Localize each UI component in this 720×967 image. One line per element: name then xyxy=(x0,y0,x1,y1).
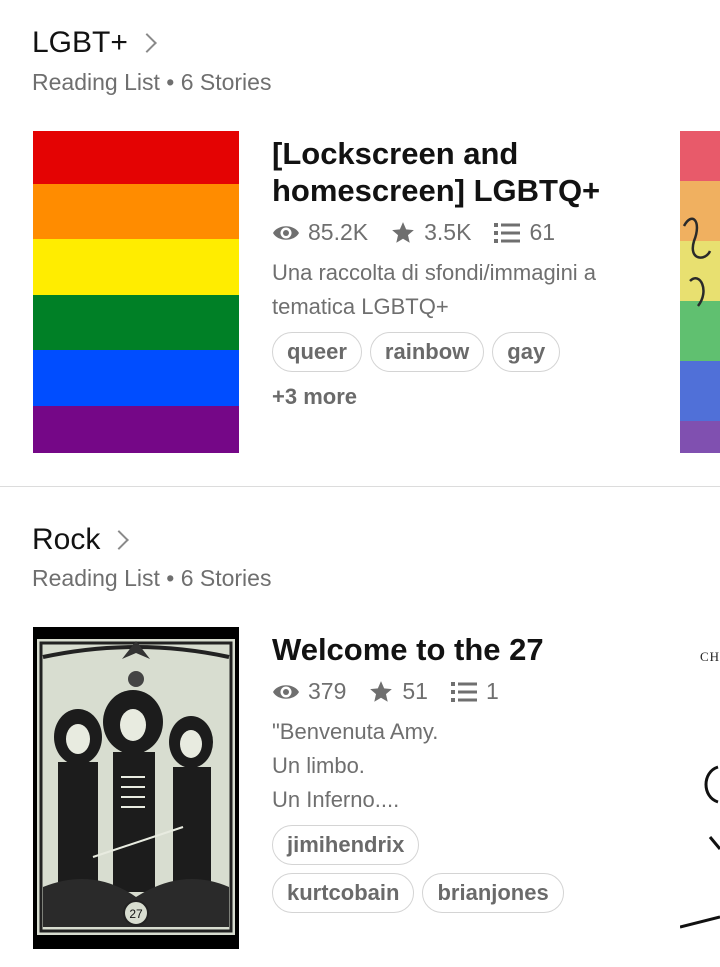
story-title[interactable]: Welcome to the 27 xyxy=(272,631,662,668)
parts-stat: 1 xyxy=(450,678,499,705)
chevron-right-icon xyxy=(109,530,130,550)
reading-list-title[interactable]: Rock xyxy=(32,523,130,557)
votes-count: 51 xyxy=(402,678,428,704)
tag-chip[interactable]: brianjones xyxy=(422,873,564,913)
more-tags-link[interactable]: +3 more xyxy=(272,384,662,410)
views-stat: 379 xyxy=(272,678,346,705)
tag-chip[interactable]: gay xyxy=(492,332,561,372)
story-description: Una raccolta di sfondi/immagini a temati… xyxy=(272,260,597,319)
next-cover-text: CH xyxy=(700,649,720,664)
story-stats: 379 51 1 xyxy=(272,678,662,705)
tag-list: jimihendrix xyxy=(272,825,632,865)
votes-count: 3.5K xyxy=(424,219,472,245)
views-count: 85.2K xyxy=(308,219,369,245)
reading-list-lgbt: LGBT+ Reading List • 6 Stories [Lockscre… xyxy=(0,0,720,486)
parts-stat: 61 xyxy=(493,219,555,246)
views-stat: 85.2K xyxy=(272,219,368,246)
reading-list-title-label: LGBT+ xyxy=(32,26,128,59)
list-icon xyxy=(450,681,477,702)
reading-list-rock: Rock Reading List • 6 Stories 27 Welcome… xyxy=(0,487,720,967)
next-story-cover-peek[interactable] xyxy=(680,131,720,453)
story-cover[interactable] xyxy=(33,131,239,453)
list-icon xyxy=(494,222,521,243)
story-info: Welcome to the 27 379 51 1 "Benvenuta Am… xyxy=(272,631,662,913)
star-icon xyxy=(370,680,393,702)
next-story-cover-peek[interactable]: CH xyxy=(680,627,720,949)
reading-list-subtitle: Reading List • 6 Stories xyxy=(32,565,272,591)
tag-chip[interactable]: rainbow xyxy=(369,332,485,372)
story-info: [Lockscreen and homescreen] LGBTQ+ 85.2K… xyxy=(272,135,662,410)
story-title[interactable]: [Lockscreen and homescreen] LGBTQ+ xyxy=(272,135,662,209)
views-count: 379 xyxy=(308,678,347,704)
tag-list: kurtcobain brianjones xyxy=(272,873,632,913)
chevron-right-icon xyxy=(136,33,157,53)
reading-list-title[interactable]: LGBT+ xyxy=(32,26,157,60)
star-icon xyxy=(392,221,414,243)
votes-stat: 51 xyxy=(368,678,428,705)
eye-icon xyxy=(273,684,299,699)
story-description: "Benvenuta Amy. Un limbo. Un Inferno.... xyxy=(272,715,662,817)
votes-stat: 3.5K xyxy=(390,219,471,246)
reading-list-title-label: Rock xyxy=(32,523,101,556)
tag-chip[interactable]: queer xyxy=(272,332,362,372)
reading-list-subtitle: Reading List • 6 Stories xyxy=(32,69,272,95)
tag-chip[interactable]: kurtcobain xyxy=(272,873,415,913)
tag-chip[interactable]: jimihendrix xyxy=(272,825,420,865)
rainbow-flag-image xyxy=(33,131,239,453)
eye-icon xyxy=(273,225,299,240)
tag-list: queer rainbow gay xyxy=(272,332,632,372)
next-cover-image xyxy=(680,131,720,453)
parts-count: 61 xyxy=(529,219,556,245)
next-cover-image xyxy=(680,765,720,929)
story-stats: 85.2K 3.5K 61 xyxy=(272,219,662,246)
description-line: Un limbo. xyxy=(272,753,365,778)
cover-number: 27 xyxy=(129,907,143,921)
parts-count: 1 xyxy=(485,678,499,704)
rock-poster-image: 27 xyxy=(33,627,239,949)
story-cover[interactable]: 27 xyxy=(33,627,239,949)
description-line: Un Inferno.... xyxy=(272,787,400,812)
description-line: "Benvenuta Amy. xyxy=(272,719,439,744)
